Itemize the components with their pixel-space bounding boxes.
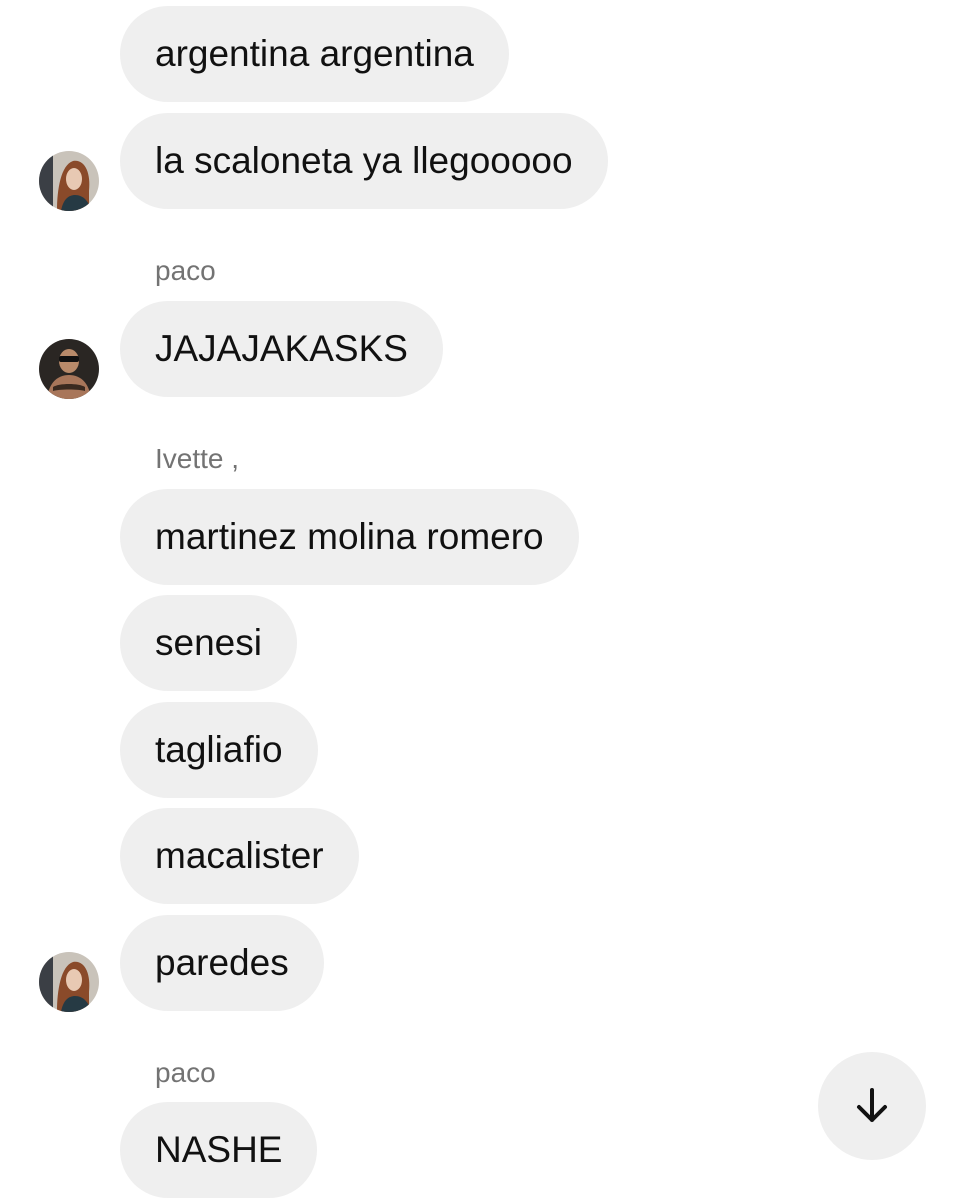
- sender-name: paco: [155, 255, 216, 286]
- message-text: macalister: [155, 835, 324, 876]
- avatar-image: [39, 151, 99, 211]
- message-bubble[interactable]: tagliafio: [120, 702, 318, 798]
- message-text: martinez molina romero: [155, 516, 544, 557]
- message-text: paredes: [155, 942, 289, 983]
- message-text: senesi: [155, 622, 262, 663]
- arrow-down-icon: [857, 1088, 887, 1122]
- message-bubble[interactable]: la scaloneta ya llegooooo: [120, 113, 608, 209]
- message-text: JAJAJAKASKS: [155, 328, 408, 369]
- avatar-image: [39, 339, 99, 399]
- message-text: NASHE: [155, 1129, 283, 1170]
- sender-name: Ivette ,: [155, 443, 240, 474]
- message-bubble[interactable]: senesi: [120, 595, 297, 691]
- avatar-ivette[interactable]: [39, 952, 99, 1012]
- avatar-paco[interactable]: [39, 339, 99, 399]
- message-bubble[interactable]: martinez molina romero: [120, 489, 579, 585]
- chat-thread: argentina argentina la scaloneta ya lleg…: [0, 0, 966, 1200]
- message-bubble[interactable]: macalister: [120, 808, 359, 904]
- avatar-ivette[interactable]: [39, 151, 99, 211]
- sender-name: paco: [155, 1057, 216, 1088]
- message-bubble[interactable]: paredes: [120, 915, 324, 1011]
- message-text: argentina argentina: [155, 33, 474, 74]
- scroll-to-bottom-button[interactable]: [818, 1052, 926, 1160]
- message-bubble[interactable]: JAJAJAKASKS: [120, 301, 443, 397]
- message-bubble[interactable]: argentina argentina: [120, 6, 509, 102]
- message-text: la scaloneta ya llegooooo: [155, 140, 573, 181]
- message-text: tagliafio: [155, 729, 283, 770]
- avatar-image: [39, 952, 99, 1012]
- message-bubble[interactable]: NASHE: [120, 1102, 318, 1198]
